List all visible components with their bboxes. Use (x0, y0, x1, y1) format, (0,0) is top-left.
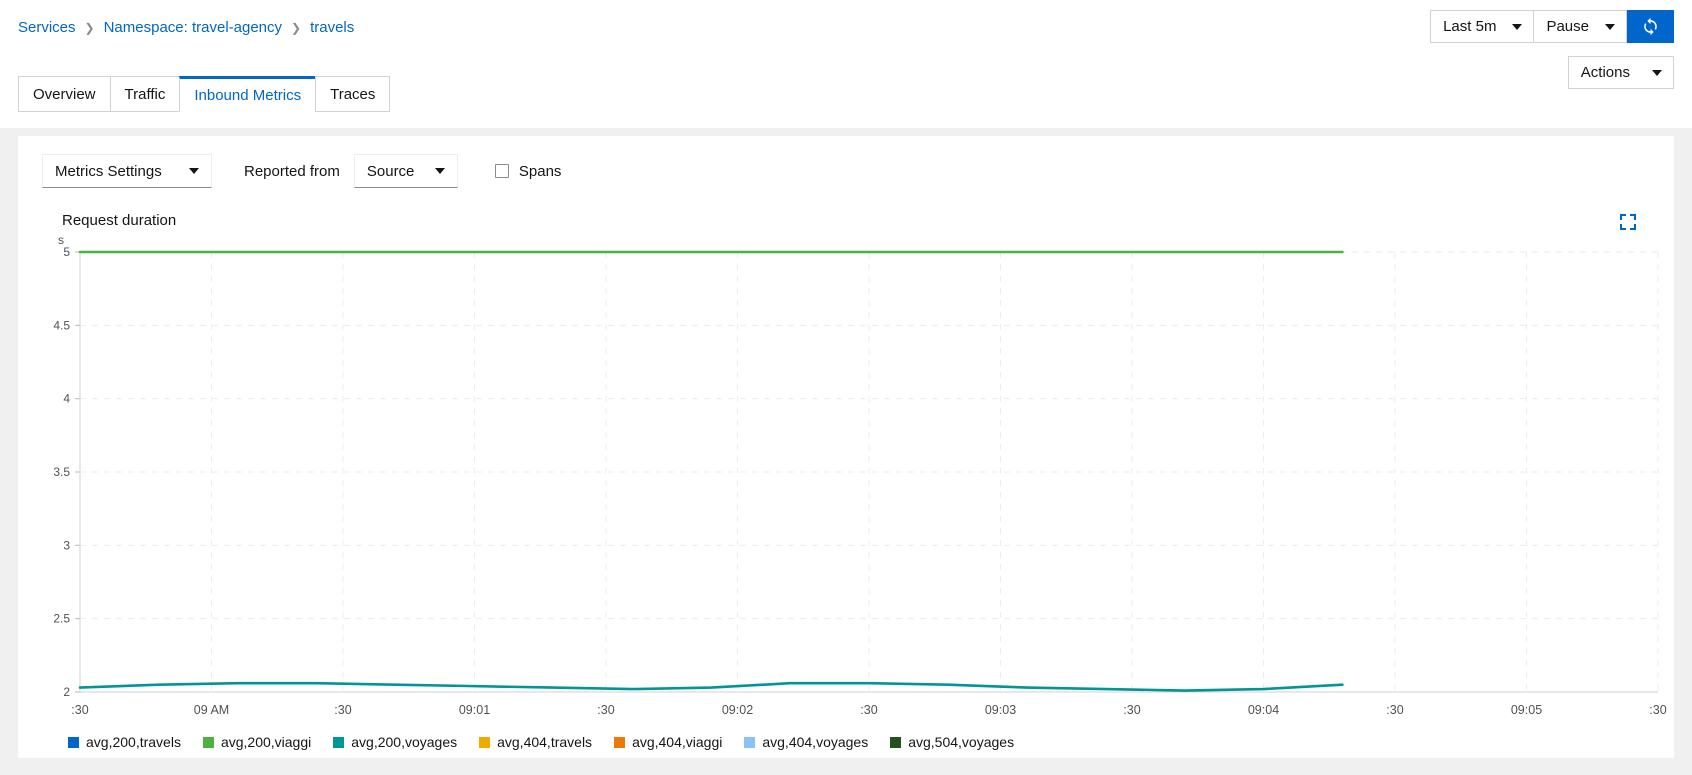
chevron-down-icon (434, 168, 445, 174)
legend-item[interactable]: avg,404,viaggi (614, 734, 722, 750)
chevron-right-icon: ❯ (84, 21, 95, 35)
refresh-button[interactable] (1627, 10, 1674, 43)
svg-text:3.5: 3.5 (53, 465, 70, 479)
svg-text:4.5: 4.5 (53, 318, 70, 332)
legend-label: avg,404,travels (497, 734, 593, 750)
legend-label: avg,200,viaggi (220, 734, 312, 750)
reported-from-label: Reported from (244, 162, 340, 180)
legend-swatch-icon (479, 736, 491, 748)
actions-dropdown[interactable]: Actions (1567, 56, 1674, 89)
svg-text:4: 4 (63, 392, 70, 406)
actions-row: Actions (1567, 56, 1674, 89)
svg-text::30: :30 (71, 703, 88, 717)
legend-swatch-icon (890, 736, 902, 748)
legend-label: avg,504,voyages (908, 734, 1015, 750)
page-header: Services ❯ Namespace: travel-agency ❯ tr… (0, 0, 1692, 128)
chevron-down-icon (1652, 69, 1662, 76)
breadcrumb-item-travels[interactable]: travels (310, 18, 354, 38)
svg-text:09 AM: 09 AM (194, 703, 229, 717)
svg-text:09:03: 09:03 (985, 703, 1016, 717)
tab-traces[interactable]: Traces (315, 76, 391, 112)
refresh-interval-value: Pause (1546, 18, 1589, 35)
time-range-dropdown[interactable]: Last 5m (1430, 10, 1535, 43)
legend-item[interactable]: avg,404,travels (479, 734, 592, 750)
breadcrumb-item-namespace[interactable]: Namespace: travel-agency (104, 18, 282, 38)
chart-area: s 2 2.5 3 3.5 4 4.5 5:30 09 AM:30 09:01:30 09:02:… (18, 232, 1674, 758)
tab-bar: Overview Traffic Inbound Metrics Traces (18, 76, 391, 112)
legend-item[interactable]: avg,200,voyages (333, 734, 457, 750)
tab-inbound-metrics[interactable]: Inbound Metrics (179, 76, 316, 112)
metrics-toolbar: Metrics Settings Reported from Source Sp… (42, 154, 561, 188)
svg-text:09:04: 09:04 (1248, 703, 1279, 717)
breadcrumb: Services ❯ Namespace: travel-agency ❯ tr… (18, 18, 354, 38)
legend-swatch-icon (744, 736, 756, 748)
tab-traffic[interactable]: Traffic (109, 76, 180, 112)
page-root: Services ❯ Namespace: travel-agency ❯ tr… (0, 0, 1692, 775)
legend-label: avg,404,voyages (762, 734, 869, 750)
svg-text::30: :30 (860, 703, 877, 717)
metrics-settings-label: Metrics Settings (55, 162, 162, 180)
chart-legend: avg,200,travels avg,200,viaggi avg,200,voy… (68, 734, 1036, 750)
chart-title: Request duration (62, 212, 177, 229)
legend-swatch-icon (614, 736, 626, 748)
svg-text:09:02: 09:02 (722, 703, 753, 717)
metrics-card: Metrics Settings Reported from Source Sp… (18, 136, 1674, 758)
svg-text:5: 5 (63, 245, 70, 259)
tab-overview[interactable]: Overview (18, 76, 110, 112)
request-duration-line-chart: 2 2.5 3 3.5 4 4.5 5 :30 09 AM :30 09:01 :30 09:02 :30… (53, 245, 1666, 717)
expand-icon-glyph (1620, 214, 1636, 230)
svg-text::30: :30 (1123, 703, 1140, 717)
legend-item[interactable]: avg,200,travels (68, 734, 181, 750)
refresh-interval-dropdown[interactable]: Pause (1534, 10, 1627, 43)
svg-text::30: :30 (334, 703, 351, 717)
chevron-right-icon: ❯ (291, 21, 302, 35)
legend-label: avg,200,voyages (351, 734, 458, 750)
metrics-settings-dropdown[interactable]: Metrics Settings (42, 154, 212, 188)
breadcrumb-item-services[interactable]: Services (18, 18, 76, 38)
spans-control: Spans (494, 163, 562, 180)
svg-text:2.5: 2.5 (53, 612, 70, 626)
legend-swatch-icon (202, 736, 214, 748)
legend-swatch-icon (68, 736, 79, 748)
chevron-down-icon (189, 168, 199, 174)
spans-label[interactable]: Spans (519, 163, 562, 180)
svg-text:09:01: 09:01 (459, 703, 490, 717)
legend-item[interactable]: avg,504,voyages (890, 734, 1014, 750)
svg-text::30: :30 (1386, 703, 1403, 717)
reported-from-value: Source (366, 162, 415, 180)
legend-swatch-icon (333, 736, 345, 748)
svg-text:3: 3 (63, 538, 70, 552)
reported-from-dropdown[interactable]: Source (353, 154, 458, 188)
spans-checkbox[interactable] (494, 164, 509, 178)
refresh-icon (1644, 17, 1657, 36)
legend-label: avg,200,travels (86, 734, 181, 750)
chevron-down-icon (1605, 23, 1615, 30)
time-range-value: Last 5m (1443, 18, 1497, 35)
svg-text::30: :30 (597, 703, 614, 717)
svg-text:2: 2 (63, 685, 70, 699)
time-controls: Last 5m Pause (1430, 10, 1674, 43)
actions-label: Actions (1580, 64, 1630, 81)
chevron-down-icon (1512, 23, 1523, 30)
legend-item[interactable]: avg,200,viaggi (202, 734, 312, 750)
legend-label: avg,404,viaggi (632, 734, 723, 750)
svg-text:09:05: 09:05 (1511, 703, 1542, 717)
svg-text::30: :30 (1649, 703, 1666, 717)
legend-item[interactable]: avg,404,voyages (744, 734, 868, 750)
